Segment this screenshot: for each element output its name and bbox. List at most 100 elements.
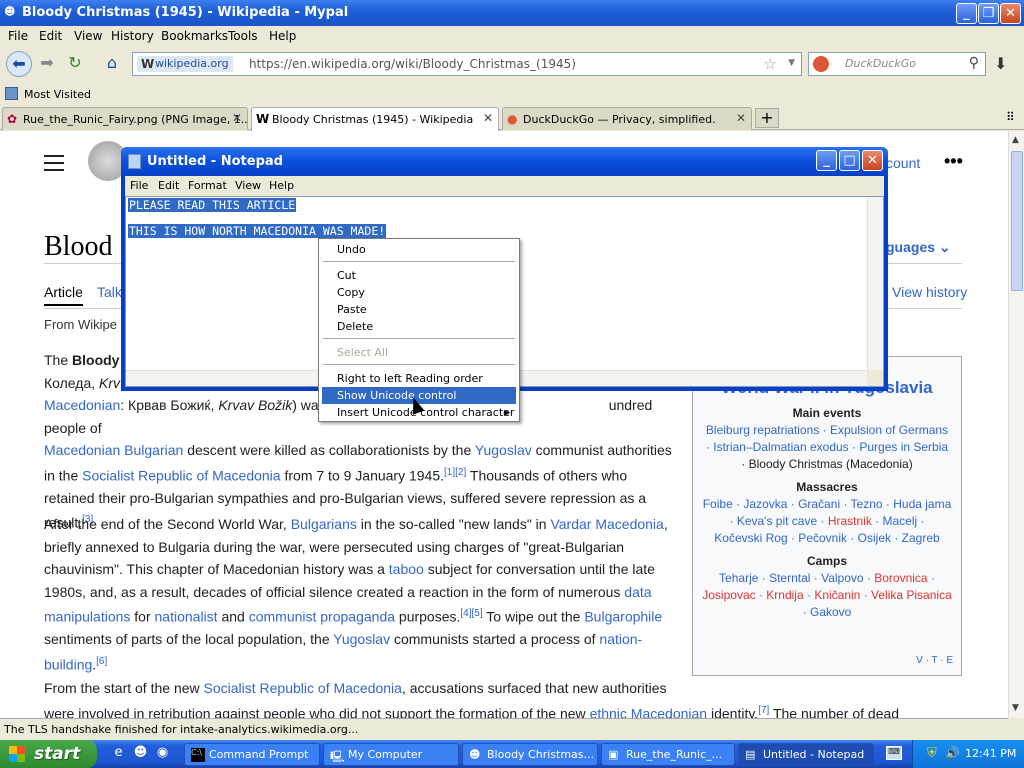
infobox-links[interactable]: Foibe · Jazovka · Gračani · Tezno · Huda… [693,496,961,513]
duckduckgo-icon[interactable] [813,56,829,72]
red-link[interactable]: Velika Pisanica [871,588,952,602]
notepad-menu-view[interactable]: View [235,179,261,192]
link[interactable]: Bulgarophile [584,609,662,625]
close-tab-icon[interactable]: ✕ [232,111,242,125]
taskbar-image-viewer[interactable]: ▣ Rue_the_Runic_... [601,743,735,766]
tab-article[interactable]: Article [44,284,83,306]
citation[interactable]: [7] [758,705,769,716]
notepad-maximize-button[interactable]: □ [839,150,860,171]
url-dropdown-icon[interactable]: ▼ [788,58,795,68]
red-link[interactable]: Kničanin [814,588,860,602]
site-identity-button[interactable]: W wikipedia.org [137,56,233,72]
notepad-resize-grip[interactable] [867,370,883,386]
menu-item-select-all[interactable]: Select All [322,344,516,361]
volume-icon[interactable]: 🔊 [945,746,960,760]
home-icon[interactable]: ⌂ [99,51,125,77]
tab-talk[interactable]: Talk [97,284,122,300]
security-shield-icon[interactable]: ⛨ [927,746,937,761]
main-menu-icon[interactable] [44,155,64,176]
link[interactable]: data [624,584,651,600]
citation[interactable]: [1][2] [444,467,466,478]
notepad-minimize-button[interactable]: _ [816,150,837,171]
menu-help[interactable]: Help [269,29,296,43]
link[interactable]: building [44,656,92,672]
menu-file[interactable]: File [8,29,28,43]
new-tab-button[interactable]: + [755,108,779,128]
more-options-icon[interactable]: ••• [944,151,963,172]
link[interactable]: nation- [599,631,642,647]
red-link[interactable]: Krndija [766,588,803,602]
tab-duckduckgo[interactable]: ● DuckDuckGo — Privacy, simplified. ✕ [502,107,752,130]
taskbar-browser[interactable]: ☻ Bloody Christmas... [462,743,598,766]
url-text[interactable]: https://en.wikipedia.org/wiki/Bloody_Chr… [249,57,576,71]
taskbar-notepad[interactable]: ▤ Untitled - Notepad [738,743,874,766]
link[interactable]: ethnic Macedonian [590,705,708,718]
close-button[interactable]: ✕ [1000,3,1021,24]
minimize-button[interactable]: _ [956,3,977,24]
notepad-menu-format[interactable]: Format [188,179,227,192]
menu-item-paste[interactable]: Paste [322,301,516,318]
link[interactable]: Istrian–Dalmatian exodus [713,440,848,454]
menu-view[interactable]: View [74,29,102,43]
red-link[interactable]: Josipovac [702,588,755,602]
citation[interactable]: [6] [96,656,107,667]
menu-edit[interactable]: Edit [39,29,62,43]
scroll-up-icon[interactable]: ▲ [1012,135,1019,145]
link[interactable]: Socialist Republic of Macedonia [204,680,402,696]
download-arrow-icon[interactable]: ⬇ [994,54,1007,73]
mypal-quicklaunch-icon[interactable]: ☻ [132,745,149,762]
search-icon[interactable]: ⚲ [969,55,979,71]
selected-text-line[interactable]: PLEASE READ THIS ARTICLE [128,198,297,212]
url-bar[interactable]: W wikipedia.org https://en.wikipedia.org… [132,52,802,76]
view-history-link[interactable]: View history [892,284,967,300]
link[interactable]: taboo [389,561,424,577]
link[interactable]: Teharje · Sterntal · Valpovo · [719,571,874,585]
restore-button[interactable]: ❐ [978,3,999,24]
infobox-links[interactable]: · Gakovo [693,604,961,621]
bookmark-most-visited[interactable]: Most Visited [24,88,91,101]
link[interactable]: Yugoslav [475,442,532,458]
menu-item-undo[interactable]: Undo [322,241,516,258]
link[interactable]: Bleiburg repatriations [706,423,819,437]
ie-quicklaunch-icon[interactable]: e [110,745,127,762]
page-scrollbar[interactable]: ▲ ▼ [1008,131,1024,718]
menu-item-rtl-reading-order[interactable]: Right to left Reading order [322,370,516,387]
menu-item-delete[interactable]: Delete [322,318,516,335]
tab-wikipedia[interactable]: W Bloody Christmas (1945) - Wikipedia ✕ [251,107,499,131]
link[interactable]: · Macelj · [872,514,924,528]
notepad-menu-file[interactable]: File [130,179,148,192]
back-arrow-icon[interactable]: ⬅ [6,51,32,77]
scrollbar-thumb[interactable] [1011,151,1023,291]
forward-arrow-icon[interactable]: ➡ [34,51,60,77]
tab-list-icon[interactable]: ⠿ [1006,110,1015,124]
link[interactable]: communist propaganda [249,609,395,625]
red-link[interactable]: Borovnica [874,571,927,585]
link[interactable]: Vardar Macedonia [550,516,663,532]
close-tab-icon[interactable]: ✕ [483,111,493,125]
search-bar[interactable]: DuckDuckGo ⚲ [808,52,986,76]
vte-links[interactable]: V · T · E [916,652,953,669]
infobox-links[interactable]: Kočevski Rog · Pečovnik · Osijek · Zagre… [693,530,961,547]
reload-icon[interactable]: ↻ [62,51,88,77]
link[interactable]: Bulgarians [291,516,357,532]
languages-button[interactable]: guages ⌄ [886,239,951,256]
selected-text-line[interactable]: THIS IS HOW NORTH MACEDONIA WAS MADE! [128,224,387,238]
menu-history[interactable]: History [111,29,154,43]
notepad-vertical-scrollbar[interactable] [867,197,883,371]
account-link[interactable]: count [886,155,920,171]
menu-bookmarks[interactable]: Bookmarks [161,29,228,43]
notepad-menu-help[interactable]: Help [269,179,294,192]
scroll-down-icon[interactable]: ▼ [1012,703,1019,713]
browser-titlebar[interactable]: ☻ Bloody Christmas (1945) - Wikipedia - … [0,0,1024,26]
link[interactable]: nationalist [155,609,218,625]
link[interactable]: manipulations [44,609,130,625]
app-quicklaunch-icon[interactable]: ◉ [154,745,171,762]
notepad-menu-edit[interactable]: Edit [158,179,179,192]
notepad-close-button[interactable]: ✕ [862,150,883,171]
link[interactable]: Purges in Serbia [859,440,948,454]
bookmark-star-icon[interactable]: ☆ [764,55,777,73]
link[interactable]: Macedonian Bulgarian [44,442,183,458]
tab-rue-image[interactable]: ✿ Rue_the_Runic_Fairy.png (PNG Image, 1.… [2,107,248,130]
taskbar-command-prompt[interactable]: C:\ Command Prompt [184,743,320,766]
citation[interactable]: [4][5] [460,608,482,619]
